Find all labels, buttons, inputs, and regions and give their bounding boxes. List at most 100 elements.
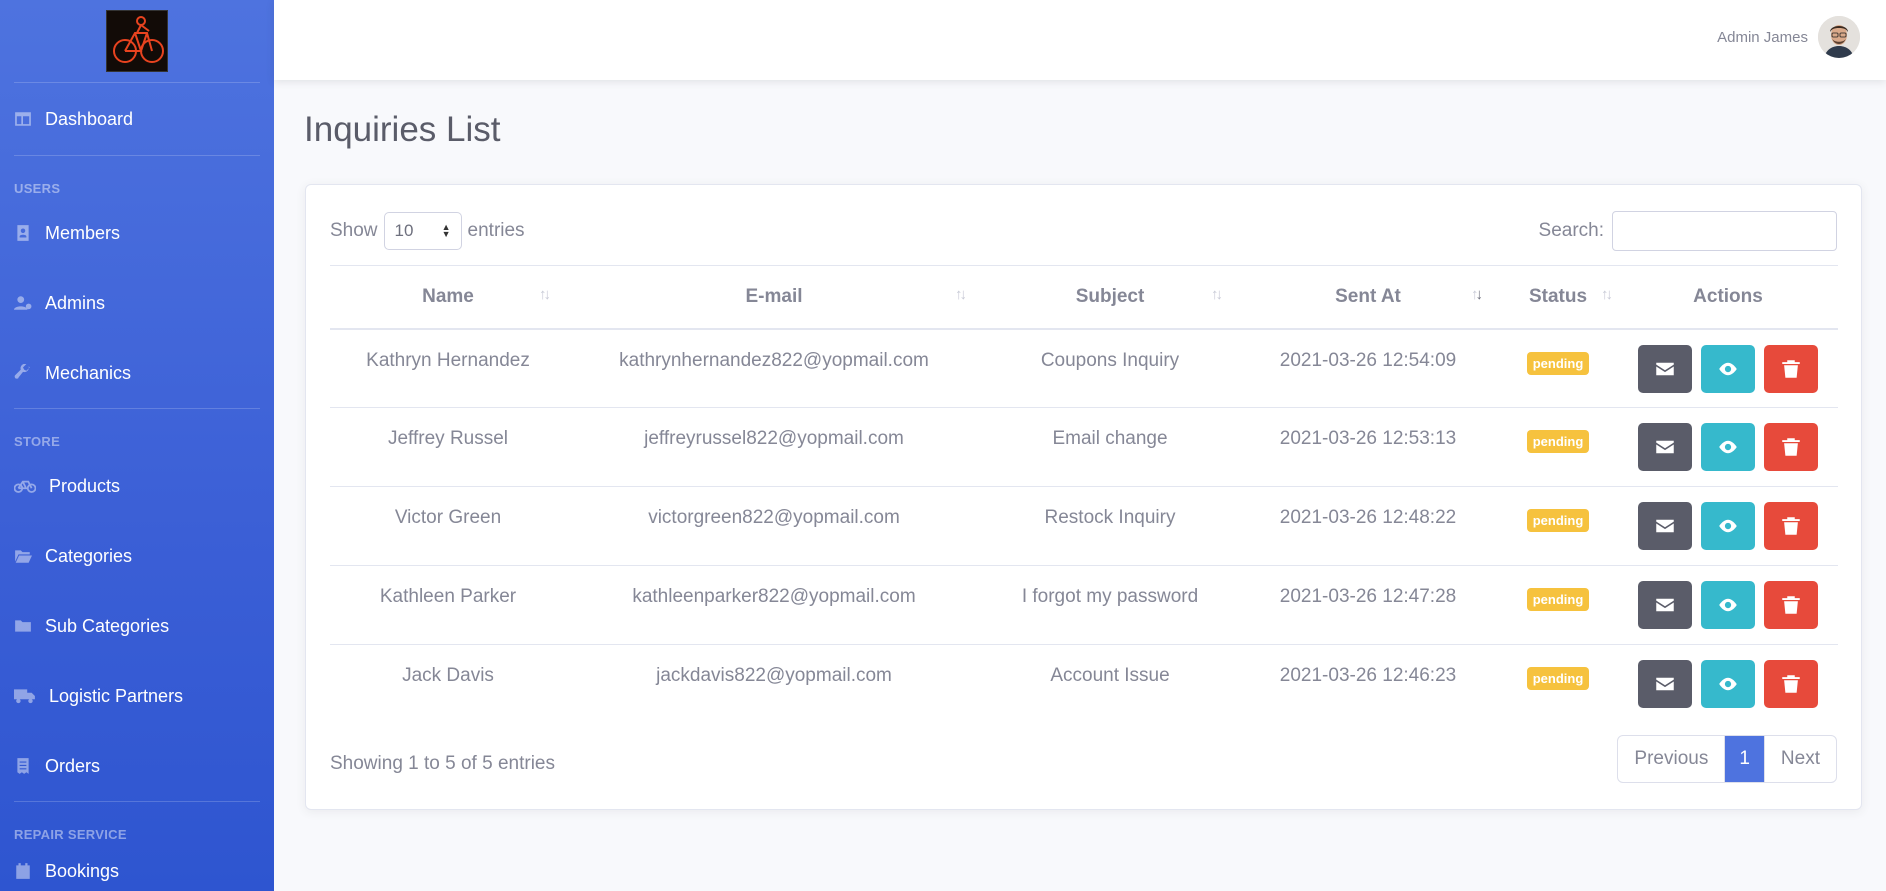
delete-button[interactable] <box>1764 344 1818 393</box>
sidebar-item-dashboard[interactable]: Dashboard <box>0 83 274 155</box>
reply-email-button[interactable] <box>1638 344 1692 393</box>
user-menu[interactable]: Admin James <box>1717 16 1860 58</box>
delete-button[interactable] <box>1764 502 1818 550</box>
table-row: Jack Davis jackdavis822@yopmail.com Accoun… <box>330 644 1838 724</box>
view-button[interactable] <box>1701 502 1755 550</box>
view-button[interactable] <box>1701 423 1755 471</box>
next-page-button[interactable]: Next <box>1763 736 1836 782</box>
cell-actions <box>1618 565 1838 645</box>
status-badge: pending <box>1526 430 1590 453</box>
cell-subject: I forgot my password <box>982 565 1238 645</box>
column-header-status[interactable]: Status ↑↓ <box>1498 265 1618 330</box>
brand-logo[interactable] <box>106 10 168 72</box>
table-controls: Show 10 ▲ ▼ entries Search: <box>330 211 1837 251</box>
delete-button[interactable] <box>1764 660 1818 708</box>
table-row: Kathryn Hernandez kathrynhernandez822@yop… <box>330 329 1838 408</box>
delete-button[interactable] <box>1764 581 1818 629</box>
cell-subject: Account Issue <box>982 644 1238 724</box>
view-button[interactable] <box>1701 344 1755 393</box>
sidebar-item-mechanics[interactable]: Mechanics <box>0 338 274 408</box>
reply-email-button[interactable] <box>1638 660 1692 708</box>
trash-icon <box>1781 516 1801 536</box>
folder-icon <box>14 617 32 635</box>
sidebar-item-products[interactable]: Products <box>0 451 274 521</box>
cell-name: Victor Green <box>330 486 566 566</box>
column-header-sent-at[interactable]: Sent At ↑↓ <box>1238 265 1498 330</box>
page-1-button[interactable]: 1 <box>1725 736 1764 782</box>
cell-name: Jack Davis <box>330 644 566 724</box>
sort-icon: ↑↓ <box>539 286 551 303</box>
table-info: Showing 1 to 5 of 5 entries <box>330 753 555 774</box>
envelope-icon <box>1655 516 1675 536</box>
cell-email: victorgreen822@yopmail.com <box>566 486 982 566</box>
reply-email-button[interactable] <box>1638 581 1692 629</box>
sidebar-section-repair: REPAIR SERVICE <box>14 827 127 842</box>
reply-email-button[interactable] <box>1638 502 1692 550</box>
status-badge: pending <box>1526 351 1590 375</box>
wrench-icon <box>14 364 32 382</box>
column-header-subject[interactable]: Subject ↑↓ <box>982 265 1238 330</box>
sidebar-item-categories[interactable]: Categories <box>0 521 274 591</box>
sidebar-item-label: Orders <box>45 755 101 776</box>
cell-email: kathleenparker822@yopmail.com <box>566 565 982 645</box>
cell-subject: Email change <box>982 407 1238 487</box>
user-cog-icon <box>14 294 32 312</box>
eye-icon <box>1718 595 1738 615</box>
delete-button[interactable] <box>1764 423 1818 471</box>
status-badge: pending <box>1526 509 1590 532</box>
cell-subject: Coupons Inquiry <box>1040 349 1180 371</box>
column-header-email[interactable]: E-mail ↑↓ <box>566 265 982 330</box>
cell-name: Kathleen Parker <box>330 565 566 645</box>
page-size-value: 10 <box>394 221 414 240</box>
reply-email-button[interactable] <box>1638 423 1692 471</box>
sidebar-item-label: Admins <box>45 292 106 313</box>
page-size-select[interactable]: 10 ▲ ▼ <box>383 212 462 250</box>
show-label: Show <box>330 220 378 241</box>
envelope-icon <box>1655 437 1675 457</box>
envelope-icon <box>1655 359 1675 379</box>
cell-email: jeffreyrussel822@yopmail.com <box>566 407 982 487</box>
user-name[interactable]: Admin James <box>1717 29 1808 46</box>
sidebar-item-members[interactable]: Members <box>0 198 274 268</box>
cell-subject: Restock Inquiry <box>982 486 1238 566</box>
previous-page-button[interactable]: Previous <box>1618 736 1726 782</box>
folder-open-icon <box>14 547 32 565</box>
sidebar-item-bookings[interactable]: Bookings <box>0 844 274 891</box>
column-header-name[interactable]: Name ↑↓ <box>330 265 566 330</box>
sidebar-item-sub-categories[interactable]: Sub Categories <box>0 591 274 661</box>
sidebar-item-orders[interactable]: Orders <box>0 731 274 801</box>
table-row: Victor Green victorgreen822@yopmail.com Re… <box>330 486 1838 566</box>
view-button[interactable] <box>1701 660 1755 708</box>
sidebar-item-label: Categories <box>45 545 133 566</box>
column-header-actions: Actions <box>1618 265 1838 330</box>
id-card-icon <box>14 224 32 242</box>
row-actions <box>1618 581 1838 629</box>
pagination: Previous 1 Next <box>1617 735 1837 783</box>
column-label: Subject <box>1075 285 1145 307</box>
sidebar-item-admins[interactable]: Admins <box>0 268 274 338</box>
envelope-icon <box>1655 595 1675 615</box>
search-input[interactable] <box>1612 211 1837 251</box>
avatar[interactable] <box>1818 16 1860 58</box>
status-badge: pending <box>1526 588 1590 611</box>
truck-icon <box>14 687 36 705</box>
calendar-icon <box>14 862 32 880</box>
sidebar-item-label: Logistic Partners <box>49 685 184 706</box>
cell-sent-at: 2021-03-26 12:47:28 <box>1238 565 1498 645</box>
sort-icon: ↑↓ <box>955 286 967 303</box>
view-button[interactable] <box>1701 581 1755 629</box>
eye-icon <box>1718 516 1738 536</box>
table-row: Jeffrey Russel jeffreyrussel822@yopmail.c… <box>330 407 1838 487</box>
sidebar-item-logistic-partners[interactable]: Logistic Partners <box>0 661 274 731</box>
sidebar-item-label: Dashboard <box>45 108 134 129</box>
eye-icon <box>1718 437 1738 457</box>
column-label: Name <box>422 285 474 307</box>
inquiries-table: Name ↑↓ E-mail ↑↓ Subject ↑↓ Sent At ↑↓ Stat… <box>330 265 1838 724</box>
topbar: Admin James <box>274 0 1886 80</box>
brand[interactable] <box>0 0 274 82</box>
row-actions <box>1618 660 1838 708</box>
eye-icon <box>1718 674 1738 694</box>
cell-actions <box>1618 486 1838 566</box>
table-body: Kathryn Hernandez kathrynhernandez822@yop… <box>330 329 1838 724</box>
cell-email: kathrynhernandez822@yopmail.com <box>619 349 929 371</box>
